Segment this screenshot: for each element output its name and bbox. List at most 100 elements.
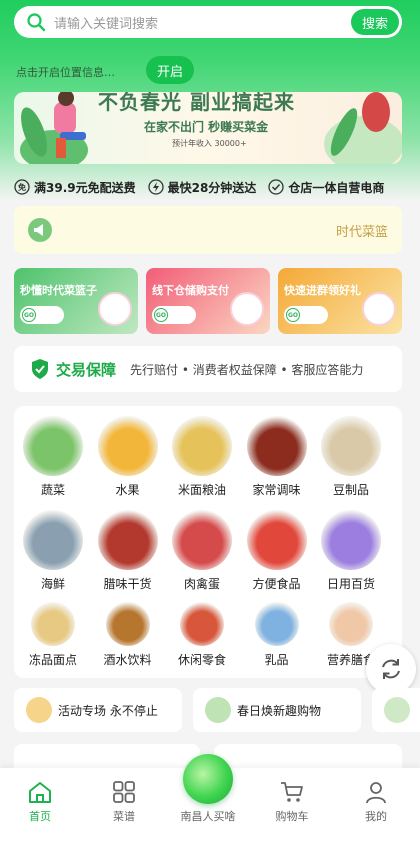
category-label: 水果 (115, 483, 140, 497)
announcement-bar[interactable]: 时代菜篮 (14, 206, 402, 254)
activity-card-special[interactable]: 活动专场 永不停止 (14, 688, 182, 732)
cart-icon (281, 782, 303, 802)
category-item[interactable]: 冻品面点 (16, 602, 90, 668)
category-label: 肉禽蛋 (183, 577, 220, 591)
promo-image (362, 292, 396, 326)
category-item[interactable]: 腊味干货 (91, 510, 165, 592)
shield-check-icon (32, 359, 48, 379)
guarantee-title: 交易保障 (56, 360, 117, 379)
category-item[interactable]: 蔬菜 (16, 416, 90, 498)
search-button[interactable]: 搜索 (351, 9, 399, 35)
category-label: 蔬菜 (40, 483, 65, 497)
category-image (172, 510, 232, 570)
feature-label: 满39.9元免配送费 (34, 180, 136, 195)
category-label: 酒水饮料 (103, 653, 152, 667)
activity-label: 春日焕新趣购物 (237, 703, 322, 718)
activity-image (26, 697, 52, 723)
search-icon (27, 13, 46, 32)
arrow-icon: > (304, 309, 313, 321)
category-item[interactable]: 家常调味 (240, 416, 314, 498)
activity-card-spring[interactable]: 春日焕新趣购物 (193, 688, 361, 732)
category-label: 腊味干货 (103, 577, 152, 591)
category-image (321, 416, 381, 476)
go-button[interactable]: GO > (152, 306, 196, 324)
category-item[interactable]: 休闲零食 (165, 602, 239, 668)
category-image (246, 416, 307, 476)
category-label: 冻品面点 (28, 653, 77, 667)
trade-guarantee[interactable]: 交易保障 先行赔付 • 消费者权益保障 • 客服应答能力 (14, 346, 402, 392)
arrow-icon: > (40, 309, 49, 321)
banner-title: 不负春光 副业搞起来 (98, 92, 295, 114)
tab-nanchang[interactable]: 南昌人买啥 (168, 808, 248, 824)
lightning-icon (147, 179, 164, 195)
category-item[interactable]: 乳品 (240, 602, 314, 668)
category-image (329, 602, 373, 646)
category-item[interactable]: 豆制品 (314, 416, 388, 498)
promo-card-payment[interactable]: 线下仓储购支付 GO > (146, 268, 270, 334)
grid-icon (113, 781, 135, 803)
go-button[interactable]: GO > (20, 306, 64, 324)
feature-fast-delivery: 最快28分钟送达 (147, 179, 257, 196)
activity-label: 活动专场 永不停止 (58, 703, 158, 718)
enable-location-button[interactable]: 开启 (146, 56, 194, 84)
activity-card-more[interactable] (372, 688, 420, 732)
tab-cart[interactable]: 购物车 (252, 780, 332, 824)
category-image (254, 602, 299, 646)
promo-image (230, 292, 264, 326)
home-icon (29, 782, 51, 803)
category-label: 米面粮油 (177, 483, 226, 497)
refresh-button[interactable] (366, 644, 416, 694)
megaphone-icon (28, 218, 52, 242)
go-button[interactable]: GO > (284, 306, 328, 324)
promo-title: 快速进群领好礼 (284, 284, 361, 297)
feature-free-delivery: 免 满39.9元免配送费 (14, 179, 136, 196)
location-prompt: 点击开启位置信息… (16, 66, 115, 79)
category-label: 方便食品 (252, 577, 301, 591)
category-image (23, 416, 83, 476)
category-item[interactable]: 肉禽蛋 (165, 510, 239, 592)
tab-home[interactable]: 首页 (0, 780, 80, 824)
center-tab-icon[interactable] (183, 754, 233, 804)
category-label: 乳品 (264, 653, 289, 667)
feature-self-operated: 仓店一体自营电商 (268, 179, 384, 196)
category-label: 家常调味 (252, 483, 301, 497)
tab-label: 菜谱 (113, 810, 135, 823)
tab-label: 首页 (29, 810, 51, 823)
category-image (172, 416, 232, 476)
promo-title: 线下仓储购支付 (152, 284, 229, 297)
announcement-text: 时代菜篮 (335, 225, 388, 240)
promo-card-group[interactable]: 快速进群领好礼 GO > (278, 268, 402, 334)
category-image (321, 510, 381, 570)
banner-subtitle: 在家不出门 秒赚买菜金 (144, 120, 269, 134)
category-label: 豆制品 (332, 483, 369, 497)
promo-card-basket[interactable]: 秒懂时代菜篮子 GO > (14, 268, 138, 334)
category-item[interactable]: 水果 (91, 416, 165, 498)
check-circle-icon (268, 179, 284, 195)
category-item[interactable]: 米面粮油 (165, 416, 239, 498)
category-item[interactable]: 方便食品 (240, 510, 314, 592)
activity-image (384, 697, 410, 723)
category-item[interactable]: 酒水饮料 (91, 602, 165, 668)
search-input[interactable]: 请输入关键词搜索 (54, 13, 351, 32)
activity-image (205, 697, 231, 723)
tab-mine[interactable]: 我的 (336, 780, 416, 824)
category-image (105, 602, 150, 646)
feature-label: 仓店一体自营电商 (288, 180, 385, 195)
category-image (180, 602, 224, 646)
tab-label: 购物车 (275, 810, 309, 823)
category-label: 休闲零食 (177, 653, 226, 667)
svg-text:免: 免 (18, 182, 26, 192)
promo-title: 秒懂时代菜篮子 (20, 284, 97, 297)
category-label: 海鲜 (40, 577, 65, 591)
promo-banner[interactable]: 不负春光 副业搞起来 在家不出门 秒赚买菜金 预计年收入 30000+ (14, 92, 402, 164)
category-image (246, 510, 307, 570)
guarantee-desc: 先行赔付 • 消费者权益保障 • 客服应答能力 (130, 362, 364, 377)
feature-label: 最快28分钟送达 (167, 180, 257, 195)
promo-image (98, 292, 132, 326)
category-item[interactable]: 日用百货 (314, 510, 388, 592)
search-bar[interactable]: 请输入关键词搜索 搜索 (14, 6, 402, 38)
tab-recipes[interactable]: 菜谱 (84, 780, 164, 824)
category-item[interactable]: 海鲜 (16, 510, 90, 592)
tab-label: 我的 (365, 810, 387, 823)
tab-label: 南昌人买啥 (180, 810, 236, 823)
